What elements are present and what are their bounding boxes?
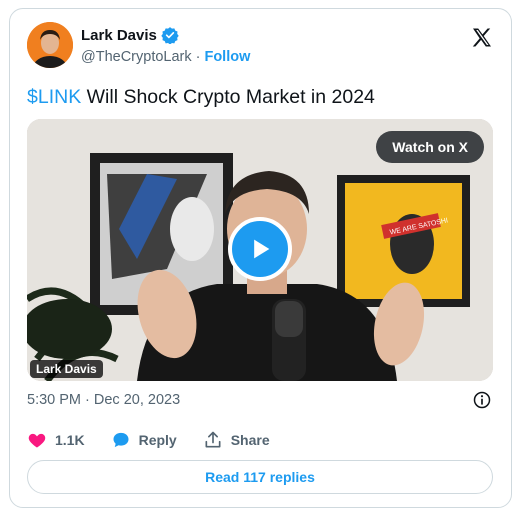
embedded-tweet-card: Lark Davis @TheCryptoLark · Follow $LINK… <box>9 8 512 508</box>
tweet-timestamp[interactable]: 5:30 PM · Dec 20, 2023 <box>27 392 180 408</box>
cashtag-link[interactable]: $LINK <box>27 86 81 108</box>
play-icon <box>254 239 270 259</box>
tweet-body: Will Shock Crypto Market in 2024 <box>81 86 375 108</box>
author-handle[interactable]: @TheCryptoLark <box>81 49 192 65</box>
author-display-name[interactable]: Lark Davis <box>81 27 157 44</box>
heart-icon <box>28 433 46 448</box>
follow-button[interactable]: Follow <box>204 49 250 65</box>
handle-separator: · <box>195 49 201 65</box>
play-button[interactable] <box>228 217 292 281</box>
reply-button[interactable]: Reply <box>111 430 177 450</box>
avatar[interactable] <box>27 22 73 68</box>
watch-on-x-button[interactable]: Watch on X <box>376 131 484 163</box>
like-count: 1.1K <box>55 432 85 448</box>
reply-label: Reply <box>138 432 177 448</box>
share-button[interactable]: Share <box>203 430 270 450</box>
author-name-row: Lark Davis <box>81 26 179 45</box>
verified-badge-icon <box>161 26 179 45</box>
video-author-label: Lark Davis <box>30 360 103 378</box>
tweet-actions: 1.1K Reply Share <box>27 430 296 450</box>
info-icon[interactable] <box>472 390 492 410</box>
x-logo-icon[interactable] <box>470 26 494 50</box>
avatar-portrait <box>27 22 73 68</box>
tweet-text: $LINK Will Shock Crypto Market in 2024 <box>27 85 375 109</box>
video-player[interactable]: WE ARE SATOSHI Watch on X Lark Davis <box>27 119 493 381</box>
share-icon <box>205 431 221 448</box>
author-handle-row: @TheCryptoLark · Follow <box>81 49 250 65</box>
like-button[interactable]: 1.1K <box>27 430 85 450</box>
read-replies-button[interactable]: Read 117 replies <box>27 460 493 494</box>
speech-bubble-icon <box>113 432 129 448</box>
share-label: Share <box>230 432 270 448</box>
